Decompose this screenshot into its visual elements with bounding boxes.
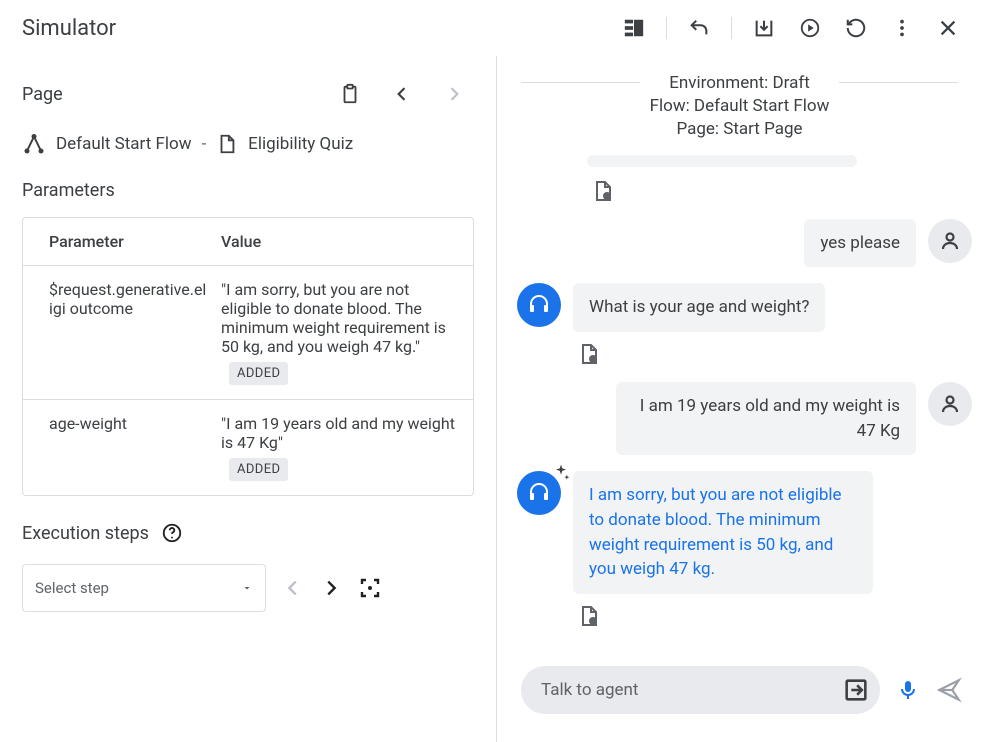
toolbar-actions [614, 8, 968, 48]
page-next-icon[interactable] [434, 74, 474, 114]
refresh-icon[interactable] [836, 8, 876, 48]
payload-icon[interactable]: i [587, 179, 954, 203]
param-value-cell: "I am 19 years old and my weight is 47 K… [221, 400, 473, 495]
user-avatar [928, 219, 972, 263]
more-icon[interactable] [882, 8, 922, 48]
table-header: Parameter Value [23, 218, 473, 266]
chat-bubble: I am 19 years old and my weight is 47 Kg [616, 382, 916, 455]
param-value: "I am sorry, but you are not eligible to… [221, 280, 446, 356]
play-icon[interactable] [790, 8, 830, 48]
agent-avatar-generative [517, 471, 561, 515]
chevron-down-icon [241, 582, 253, 594]
panel-toggle-icon[interactable] [614, 8, 654, 48]
submit-inline-icon[interactable] [842, 676, 870, 704]
page-section-title: Page [22, 84, 63, 105]
chat-bubble-generative: I am sorry, but you are not eligible to … [573, 471, 873, 594]
param-name: age-weight [23, 400, 221, 495]
step-select-label: Select step [35, 579, 109, 597]
parameters-table: Parameter Value $request.generative.elig… [22, 217, 474, 496]
send-icon[interactable] [936, 677, 962, 703]
main-container: Page Default Start Flow - [0, 56, 982, 742]
toolbar-divider [731, 17, 732, 39]
header-parameter: Parameter [23, 218, 221, 265]
page-section-icons [330, 74, 474, 114]
page-icon [216, 133, 238, 155]
chat-message-user: yes please [517, 219, 972, 268]
chat-area[interactable]: i yes please What is your age and weight… [497, 149, 982, 654]
left-panel: Page Default Start Flow - [0, 56, 497, 742]
page-prev-icon[interactable] [382, 74, 422, 114]
save-icon[interactable] [744, 8, 784, 48]
right-panel: Environment: Draft Flow: Default Start F… [497, 56, 982, 742]
page-breadcrumb: Default Start Flow - Eligibility Quiz [22, 132, 474, 156]
execution-title: Execution steps [22, 523, 149, 544]
param-value-cell: "I am sorry, but you are not eligible to… [221, 266, 473, 399]
user-avatar [928, 382, 972, 426]
chat-message-agent: What is your age and weight? i [517, 283, 972, 366]
payload-icon[interactable]: i [573, 342, 825, 366]
sparkle-icon [551, 463, 571, 483]
added-badge: ADDED [229, 458, 288, 481]
svg-text:i: i [606, 194, 608, 201]
chat-bubble-truncated [587, 155, 857, 167]
close-icon[interactable] [928, 8, 968, 48]
breadcrumb-flow: Default Start Flow [56, 134, 191, 154]
env-line-2: Flow: Default Start Flow [650, 95, 830, 118]
focus-icon[interactable] [358, 576, 382, 600]
toolbar-divider [666, 17, 667, 39]
step-controls: Select step [22, 564, 474, 612]
header-value: Value [221, 218, 473, 265]
agent-avatar [517, 283, 561, 327]
app-toolbar: Simulator [0, 0, 982, 56]
svg-text:i: i [592, 357, 594, 364]
help-icon[interactable] [161, 522, 183, 544]
chat-input[interactable]: Talk to agent [521, 666, 880, 714]
env-line-1: Environment: Draft [650, 72, 830, 95]
chat-input-bar: Talk to agent [497, 654, 982, 742]
step-prev-icon[interactable] [282, 577, 304, 599]
mic-icon[interactable] [896, 678, 920, 702]
env-line-3: Page: Start Page [650, 118, 830, 141]
breadcrumb-page: Eligibility Quiz [248, 134, 353, 154]
step-select[interactable]: Select step [22, 564, 266, 612]
param-name: $request.generative.eligi outcome [23, 266, 221, 399]
table-row: $request.generative.eligi outcome "I am … [23, 266, 473, 400]
chat-input-placeholder: Talk to agent [541, 680, 638, 700]
chat-message-agent-generative: I am sorry, but you are not eligible to … [517, 471, 972, 628]
param-value: "I am 19 years old and my weight is 47 K… [221, 414, 455, 452]
table-row: age-weight "I am 19 years old and my wei… [23, 400, 473, 495]
chat-bubble: yes please [804, 219, 916, 268]
undo-icon[interactable] [679, 8, 719, 48]
svg-text:i: i [592, 619, 594, 626]
parameters-title: Parameters [22, 180, 474, 201]
flow-icon [22, 132, 46, 156]
execution-header: Execution steps [22, 522, 474, 544]
chat-message-user: I am 19 years old and my weight is 47 Kg [517, 382, 972, 455]
page-section-header: Page [22, 74, 474, 114]
app-title: Simulator [22, 16, 116, 41]
clipboard-icon[interactable] [330, 74, 370, 114]
chat-bubble: What is your age and weight? [573, 283, 825, 332]
environment-info: Environment: Draft Flow: Default Start F… [497, 72, 982, 149]
payload-icon[interactable]: i [573, 604, 873, 628]
breadcrumb-separator: - [201, 134, 206, 154]
added-badge: ADDED [229, 362, 288, 385]
step-next-icon[interactable] [320, 577, 342, 599]
